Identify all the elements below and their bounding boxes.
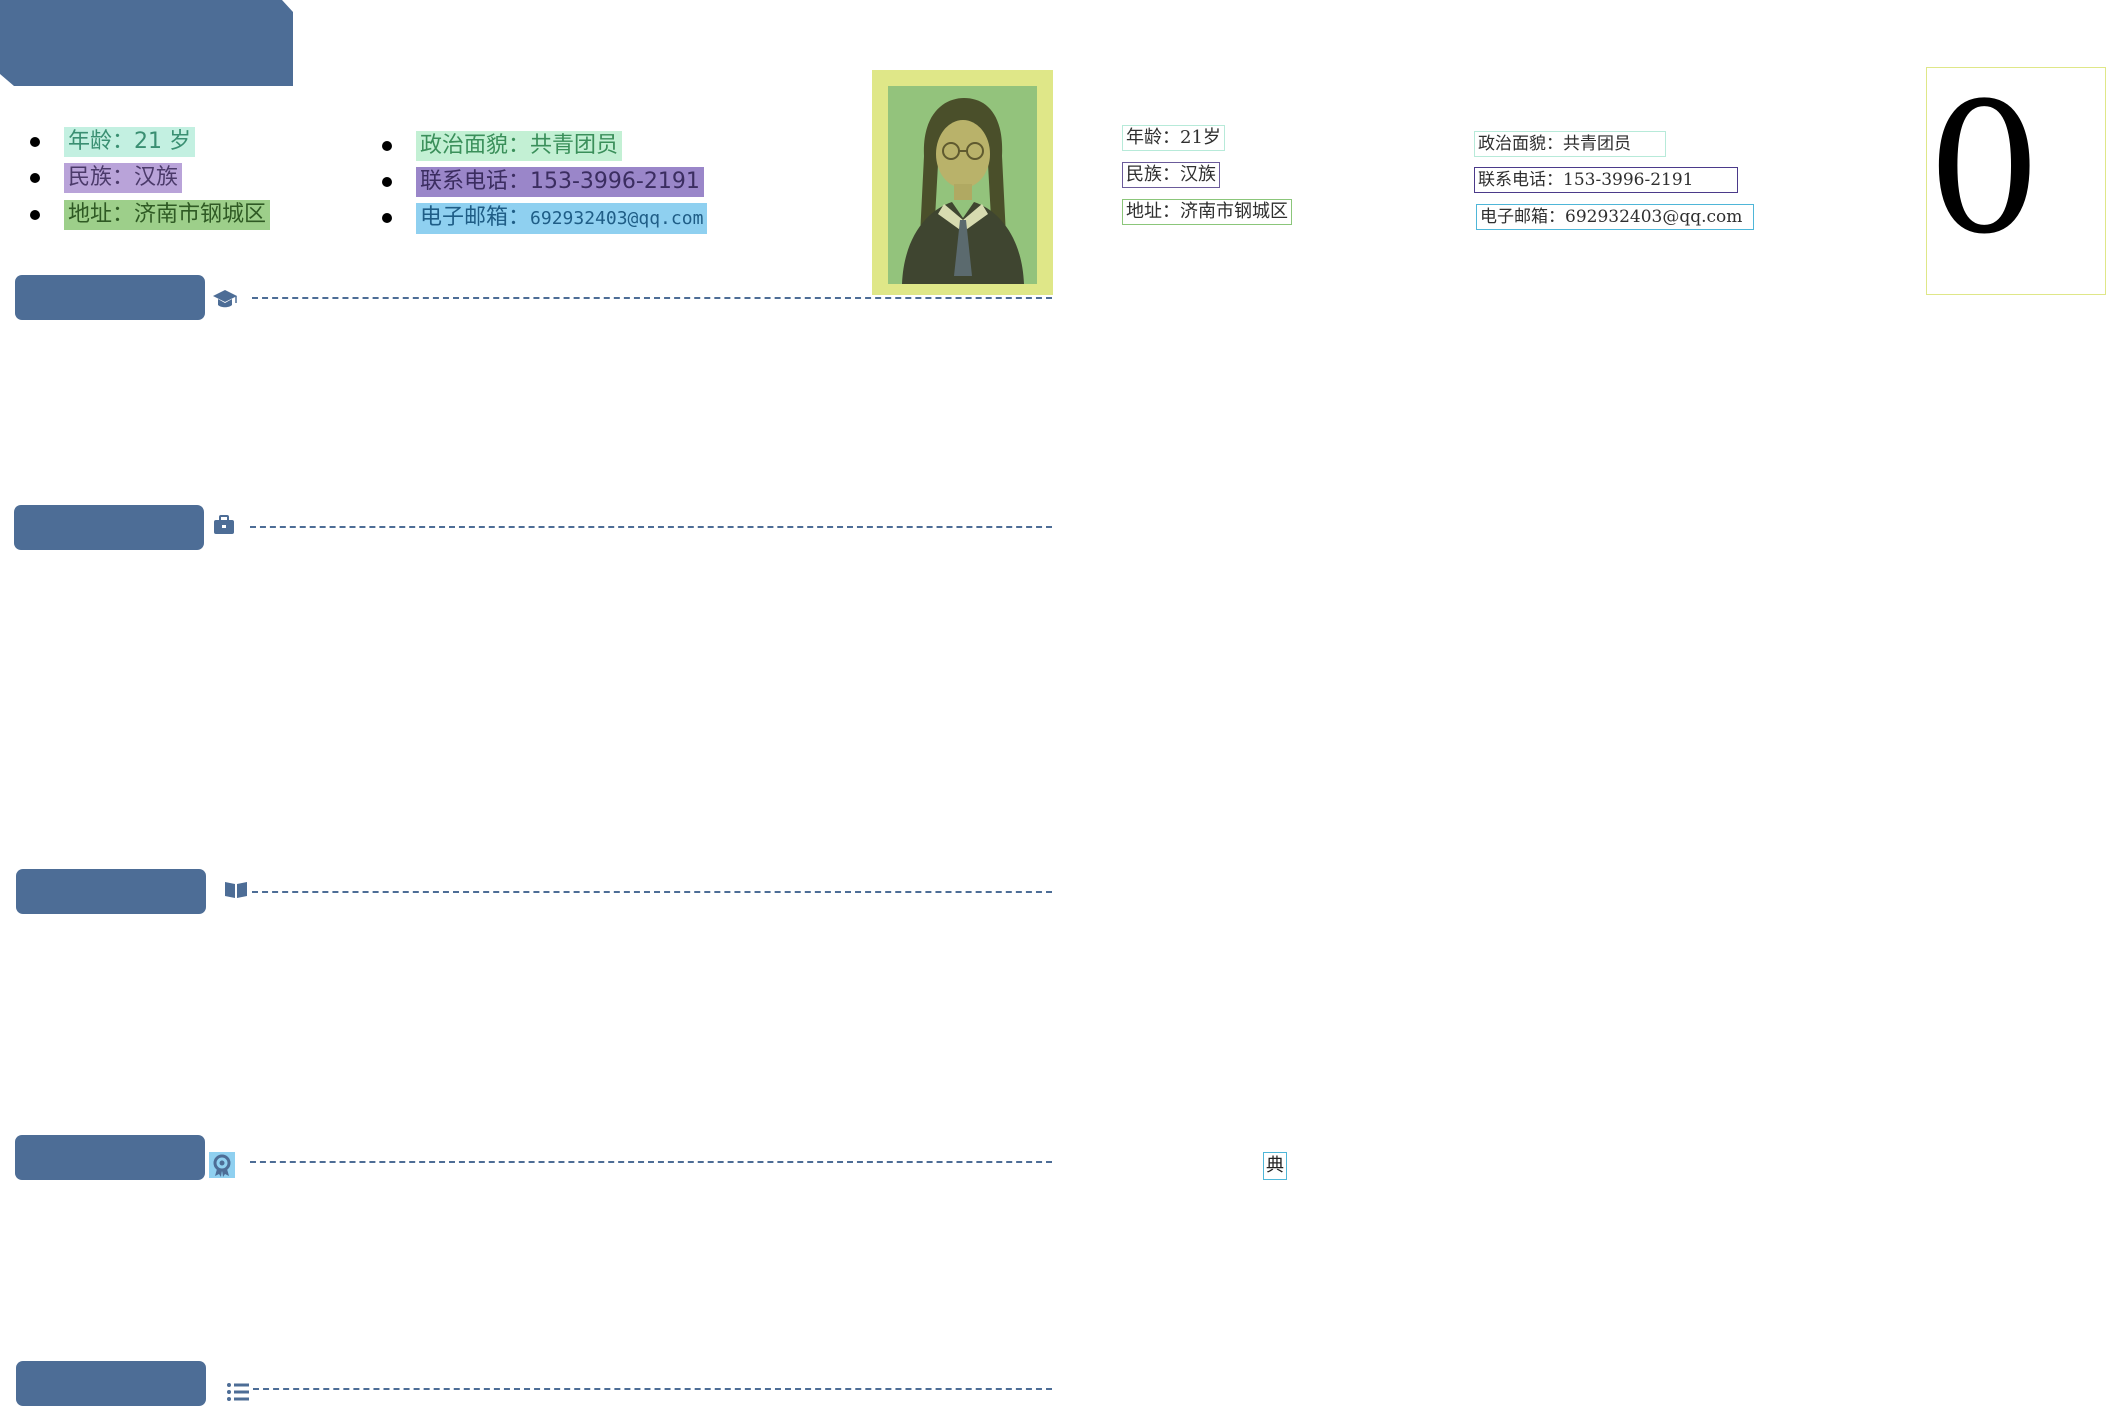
list-item-email: 电子邮箱：692932403@qq.com xyxy=(382,200,708,236)
email-label: 电子邮箱： xyxy=(420,204,531,230)
section-divider xyxy=(250,526,1052,528)
award-badge-icon xyxy=(209,1152,235,1178)
bullet-icon xyxy=(382,177,392,187)
section-experience-tab xyxy=(14,505,204,550)
phone-text: 联系电话：153-3996-2191 xyxy=(416,167,704,197)
list-item-address: 地址：济南市钢城区 xyxy=(30,197,271,233)
detected-political-status: 政治面貌：共青团员 xyxy=(1474,131,1666,157)
detected-badge-char: 典 xyxy=(1263,1152,1287,1180)
bullet-icon xyxy=(30,210,40,220)
large-glyph: 0 xyxy=(1927,65,2042,274)
profile-photo xyxy=(888,86,1037,284)
section-divider xyxy=(250,1161,1052,1163)
political-status-text: 政治面貌：共青团员 xyxy=(416,131,623,161)
book-icon xyxy=(225,882,247,898)
section-honors-tab xyxy=(15,1135,205,1180)
detected-address: 地址：济南市钢城区 xyxy=(1122,199,1292,225)
ethnicity-text: 民族：汉族 xyxy=(64,163,183,193)
email-value: 692932403@qq.com xyxy=(530,207,704,229)
detected-age: 年龄：21岁 xyxy=(1122,125,1225,151)
list-item-phone: 联系电话：153-3996-2191 xyxy=(382,164,704,200)
name-banner xyxy=(0,0,293,86)
graduation-cap-icon xyxy=(213,290,237,308)
section-education-tab xyxy=(15,275,205,320)
list-item-political-status: 政治面貌：共青团员 xyxy=(382,128,623,164)
briefcase-icon xyxy=(214,515,234,534)
list-icon xyxy=(227,1383,249,1401)
section-self-assessment-tab xyxy=(16,1361,206,1406)
person-silhouette-icon xyxy=(888,86,1037,284)
detected-ethnicity: 民族：汉族 xyxy=(1122,162,1220,188)
bullet-icon xyxy=(382,213,392,223)
detected-large-glyph-box: 0 xyxy=(1926,67,2106,295)
bullet-icon xyxy=(30,137,40,147)
bullet-icon xyxy=(30,173,40,183)
section-divider xyxy=(252,891,1052,893)
list-item-age: 年龄：21 岁 xyxy=(30,124,195,160)
age-text: 年龄：21 岁 xyxy=(64,127,195,157)
list-item-ethnicity: 民族：汉族 xyxy=(30,160,183,196)
detected-email: 电子邮箱：692932403@qq.com xyxy=(1476,204,1754,230)
email-text: 电子邮箱：692932403@qq.com xyxy=(416,202,708,234)
detected-phone: 联系电话：153-3996-2191 xyxy=(1474,167,1738,193)
address-text: 地址：济南市钢城区 xyxy=(64,200,271,230)
profile-photo-frame xyxy=(872,70,1053,295)
section-skills-tab xyxy=(16,869,206,914)
section-divider xyxy=(252,297,1052,299)
bullet-icon xyxy=(382,141,392,151)
section-divider xyxy=(253,1388,1052,1390)
